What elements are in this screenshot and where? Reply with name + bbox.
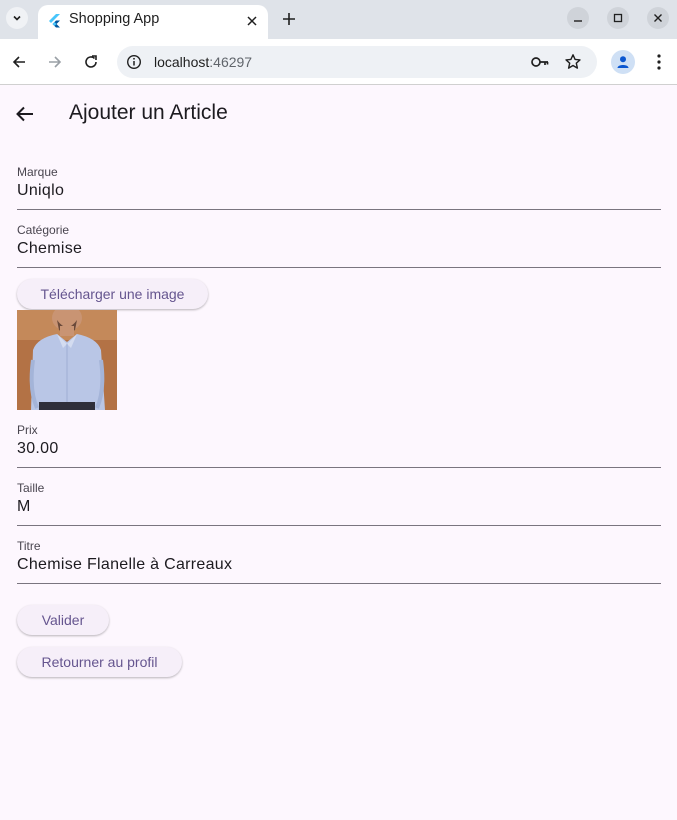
price-field-label: Prix — [17, 423, 38, 437]
back-to-profile-button[interactable]: Retourner au profil — [17, 647, 182, 677]
arrow-left-icon — [12, 56, 25, 68]
browser-menu-button[interactable] — [649, 51, 669, 73]
plus-icon — [283, 13, 295, 25]
browser-toolbar: localhost:46297 — [0, 39, 677, 85]
close-icon — [654, 14, 662, 22]
chevron-down-icon — [13, 15, 21, 21]
maximize-icon — [613, 13, 623, 23]
browser-tab[interactable]: Shopping App — [38, 5, 268, 39]
window-close-button[interactable] — [647, 7, 669, 29]
size-field-value[interactable]: M — [17, 498, 31, 516]
close-icon — [247, 16, 257, 26]
browser-tab-strip: Shopping App — [0, 0, 677, 39]
info-icon[interactable] — [126, 54, 142, 70]
person-icon — [617, 56, 629, 68]
title-field[interactable]: Titre Chemise Flanelle à Carreaux — [17, 539, 661, 584]
new-tab-button[interactable] — [279, 9, 299, 29]
product-image — [17, 310, 117, 410]
url-host: localhost — [154, 54, 210, 70]
tab-close-button[interactable] — [244, 13, 260, 29]
maximize-button[interactable] — [607, 7, 629, 29]
flutter-icon — [49, 14, 60, 28]
category-field-label: Catégorie — [17, 223, 70, 237]
size-field[interactable]: Taille M — [17, 481, 661, 526]
forward-button[interactable] — [44, 51, 66, 73]
url-text: localhost:46297 — [154, 54, 252, 70]
brand-field-label: Marque — [17, 165, 58, 179]
shirt-photo — [17, 310, 117, 410]
category-field[interactable]: Catégorie Chemise — [17, 223, 661, 268]
brand-field-value[interactable]: Uniqlo — [17, 182, 64, 200]
minimize-button[interactable] — [567, 7, 589, 29]
page-title: Ajouter un Article — [69, 101, 228, 124]
size-field-label: Taille — [17, 481, 45, 495]
app-bar: Ajouter un Article — [0, 86, 677, 142]
profile-avatar[interactable] — [611, 50, 635, 74]
upload-image-button[interactable]: Télécharger une image — [17, 279, 208, 309]
back-button[interactable] — [8, 51, 30, 73]
minimize-icon — [574, 20, 582, 22]
more-vert-icon — [657, 54, 661, 70]
tab-search-button[interactable] — [6, 7, 28, 29]
category-field-value[interactable]: Chemise — [17, 240, 82, 258]
arrow-right-icon — [49, 56, 62, 68]
reload-button[interactable] — [80, 51, 102, 73]
price-field-value[interactable]: 30.00 — [17, 440, 59, 458]
brand-field[interactable]: Marque Uniqlo — [17, 165, 661, 210]
title-field-value[interactable]: Chemise Flanelle à Carreaux — [17, 556, 232, 574]
url-port: :46297 — [209, 54, 253, 70]
submit-button[interactable]: Valider — [17, 605, 109, 635]
star-icon[interactable] — [564, 53, 582, 71]
arrow-back-icon[interactable] — [13, 102, 37, 126]
reload-icon — [85, 55, 97, 68]
title-field-label: Titre — [17, 539, 41, 553]
key-icon[interactable] — [530, 54, 550, 70]
address-bar[interactable]: localhost:46297 — [117, 46, 597, 78]
tab-title: Shopping App — [69, 11, 160, 27]
price-field[interactable]: Prix 30.00 — [17, 423, 661, 468]
